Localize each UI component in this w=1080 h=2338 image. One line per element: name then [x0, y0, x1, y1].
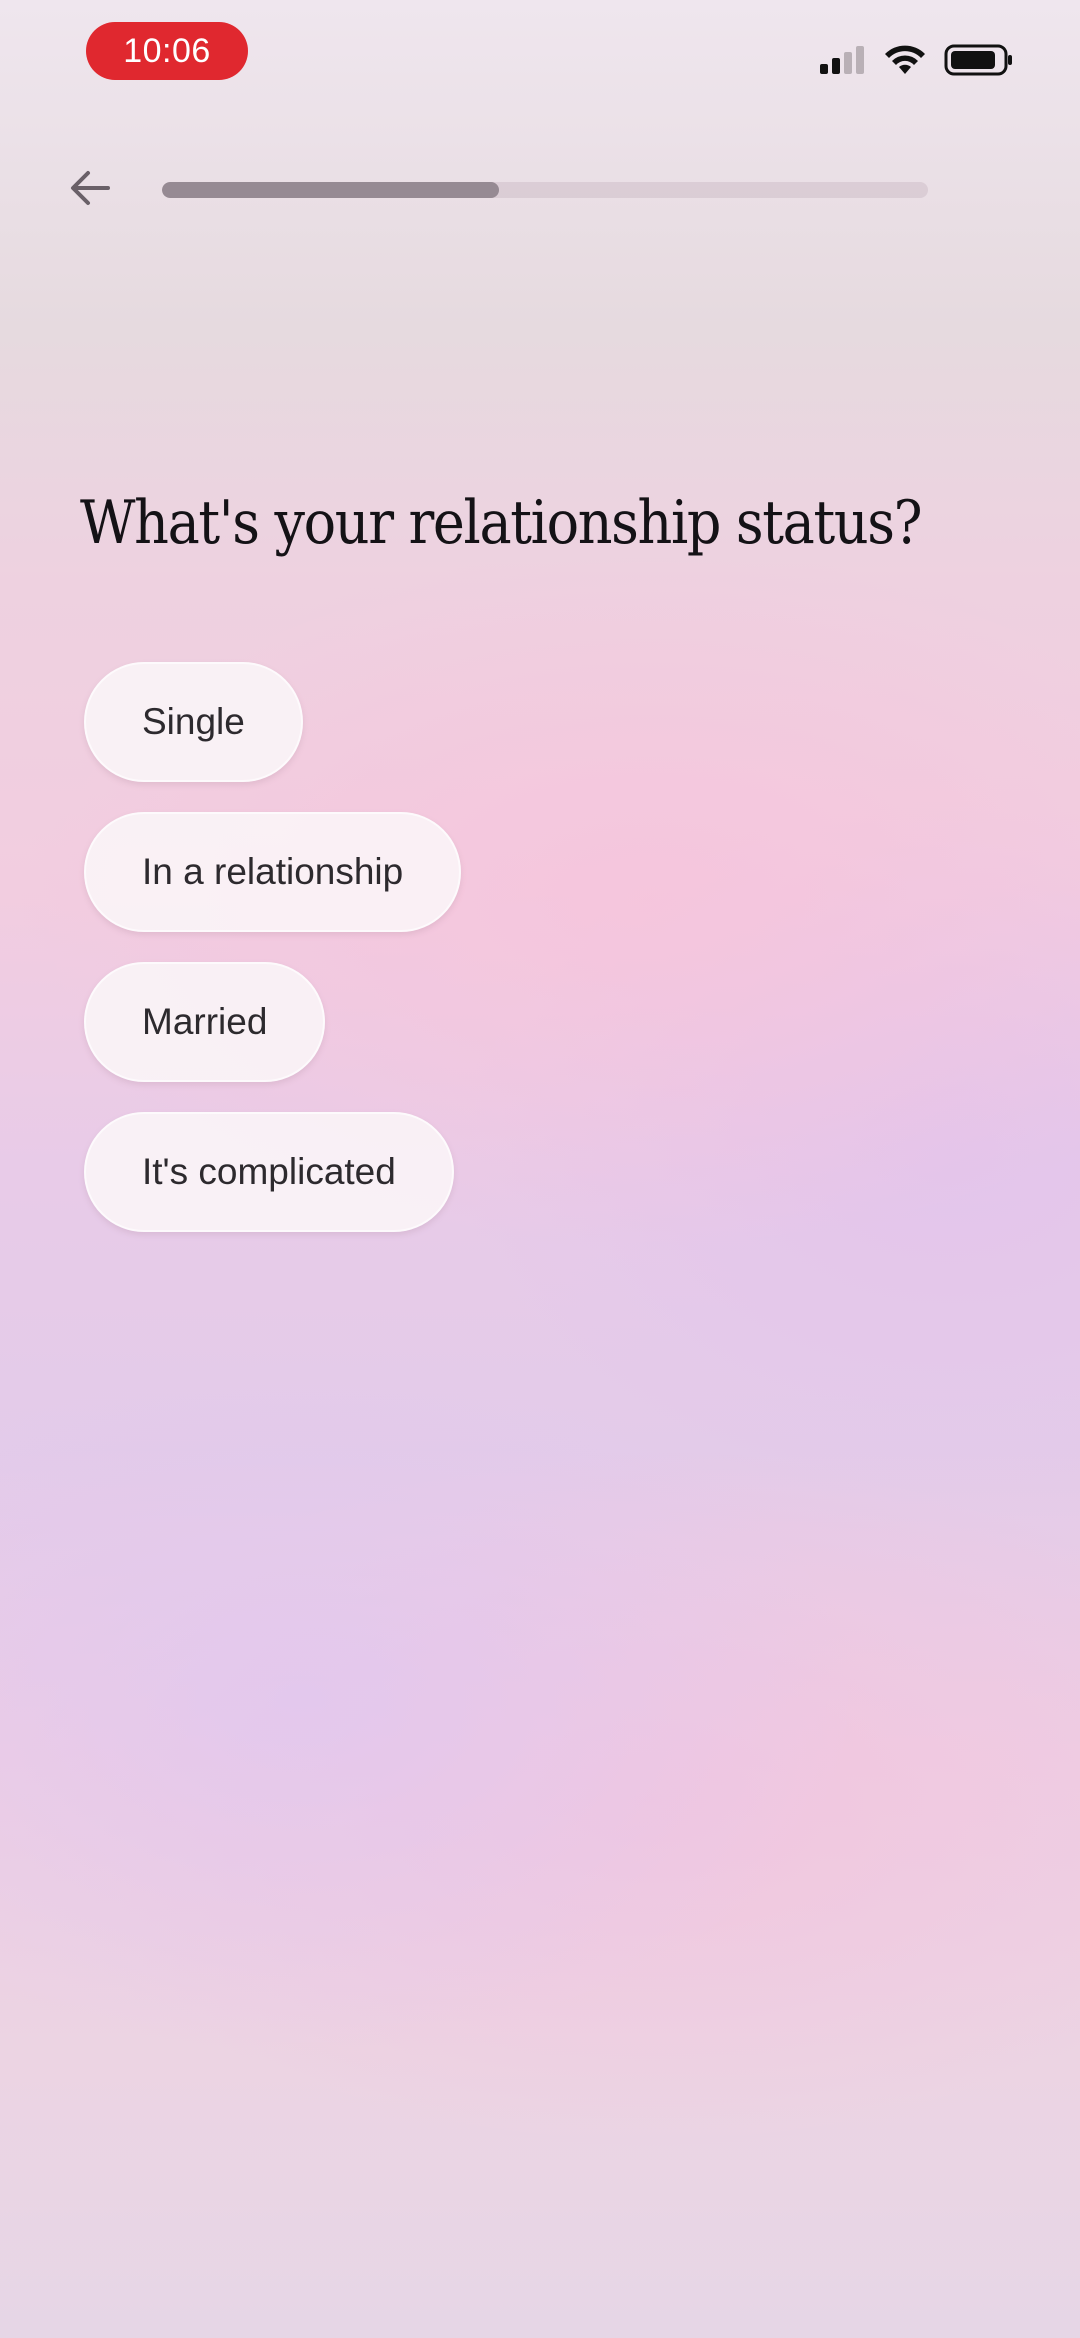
option-married[interactable]: Married	[84, 962, 326, 1082]
question-title: What's your relationship status?	[80, 488, 923, 558]
wifi-icon	[884, 44, 926, 81]
status-bar: 10:06	[0, 0, 1080, 110]
back-button[interactable]	[58, 158, 122, 222]
status-time: 10:06	[86, 22, 248, 80]
option-its-complicated[interactable]: It's complicated	[84, 1112, 454, 1232]
progress-bar	[162, 182, 928, 198]
cellular-signal-icon	[818, 44, 866, 81]
battery-icon	[944, 43, 1014, 82]
options-list: Single In a relationship Married It's co…	[84, 662, 462, 1232]
status-icons	[818, 42, 1014, 82]
option-single[interactable]: Single	[84, 662, 303, 782]
top-bar	[0, 150, 1080, 230]
progress-fill	[162, 182, 500, 198]
option-in-a-relationship[interactable]: In a relationship	[84, 812, 462, 932]
arrow-left-icon	[66, 164, 114, 217]
